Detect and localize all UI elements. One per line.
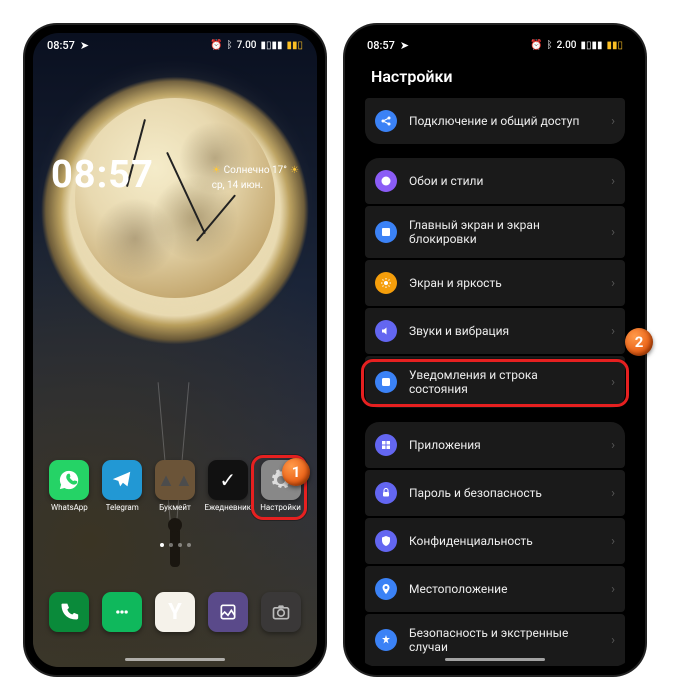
nav-handle[interactable]: [125, 658, 225, 661]
gallery-icon: [208, 592, 248, 632]
app-whatsapp[interactable]: WhatsApp: [47, 460, 91, 512]
location-icon: [375, 578, 397, 600]
settings-row-apps[interactable]: Приложения ›: [365, 422, 625, 468]
settings-row-display[interactable]: Экран и яркость ›: [365, 260, 625, 306]
phone-left: 08:57 ➤ ⏰ ᛒ 7.00 ▮▯▮▮ ▮▮▯ 08:57 ☀ Солнеч…: [25, 25, 325, 675]
signal-icon: ▮▯▮▮: [580, 40, 602, 51]
nav-handle[interactable]: [445, 658, 545, 661]
wallpaper-moon: [75, 98, 275, 298]
dock-messages[interactable]: [100, 592, 144, 632]
palette-icon: [375, 170, 397, 192]
sun-small-icon: ☀: [290, 163, 299, 178]
alarm-icon: ⏰: [530, 40, 542, 51]
app-diary[interactable]: ✓ Ежедневник: [206, 460, 250, 512]
yandex-icon: Y: [155, 592, 195, 632]
dock-gallery[interactable]: [206, 592, 250, 632]
sound-icon: [375, 320, 397, 342]
battery-icon: ▮▮▯: [286, 40, 303, 51]
dock: Y: [33, 592, 317, 632]
camera-icon: [261, 592, 301, 632]
chevron-right-icon: ›: [611, 582, 615, 597]
lock-icon: [375, 482, 397, 504]
chevron-right-icon: ›: [611, 438, 615, 453]
chevron-right-icon: ›: [611, 633, 615, 648]
clock-time: 08:57: [51, 153, 154, 197]
chevron-right-icon: ›: [611, 534, 615, 549]
status-time: 08:57: [47, 39, 75, 52]
dock-camera[interactable]: [259, 592, 303, 632]
battery-icon: ▮▮▯: [606, 40, 623, 51]
status-time: 08:57: [367, 39, 395, 52]
telegram-icon: [102, 460, 142, 500]
bluetooth-icon: ᛒ: [227, 40, 233, 51]
phone-icon: [49, 592, 89, 632]
chevron-right-icon: ›: [611, 225, 615, 240]
net-speed: 7.00: [237, 40, 257, 51]
settings-row-sound[interactable]: Звуки и вибрация ›: [365, 308, 625, 354]
settings-row-password[interactable]: Пароль и безопасность ›: [365, 470, 625, 516]
highlight-apps-row: [361, 359, 629, 407]
settings-screen[interactable]: 08:57 ➤ ⏰ ᛒ 2.00 ▮▯▮▮ ▮▮▯ Настройки Подк…: [353, 33, 637, 667]
diary-icon: ✓: [208, 460, 248, 500]
settings-row-privacy[interactable]: Конфиденциальность ›: [365, 518, 625, 564]
settings-row-connection[interactable]: Подключение и общий доступ ›: [365, 98, 625, 144]
callout-badge-2: 2: [625, 328, 653, 356]
status-bar: 08:57 ➤ ⏰ ᛒ 7.00 ▮▯▮▮ ▮▮▯: [33, 33, 317, 57]
app-bookmate[interactable]: ▲▲ Букмейт: [153, 460, 197, 512]
telegram-status-icon: ➤: [80, 39, 89, 52]
status-bar: 08:57 ➤ ⏰ ᛒ 2.00 ▮▯▮▮ ▮▮▯: [353, 33, 637, 57]
home-screen[interactable]: 08:57 ➤ ⏰ ᛒ 7.00 ▮▯▮▮ ▮▮▯ 08:57 ☀ Солнеч…: [33, 33, 317, 667]
weather-date: ср, 14 июн.: [212, 178, 299, 193]
page-title: Настройки: [353, 57, 637, 98]
home-icon: [375, 221, 397, 243]
signal-icon: ▮▯▮▮: [260, 40, 282, 51]
dock-phone[interactable]: [47, 592, 91, 632]
emergency-icon: [375, 629, 397, 651]
chevron-right-icon: ›: [611, 174, 615, 189]
alarm-icon: ⏰: [210, 40, 222, 51]
phone-right: 08:57 ➤ ⏰ ᛒ 2.00 ▮▯▮▮ ▮▮▯ Настройки Подк…: [345, 25, 645, 675]
sun-icon: ☀: [212, 163, 221, 178]
chevron-right-icon: ›: [611, 276, 615, 291]
weather-text: Солнечно 17°: [224, 163, 287, 178]
settings-row-location[interactable]: Местоположение ›: [365, 566, 625, 612]
chevron-right-icon: ›: [611, 324, 615, 339]
apps-icon: [375, 434, 397, 456]
clock-widget[interactable]: 08:57: [51, 153, 154, 197]
app-telegram[interactable]: Telegram: [100, 460, 144, 512]
dock-yandex[interactable]: Y: [153, 592, 197, 632]
wallpaper-figure: [160, 507, 190, 567]
bluetooth-icon: ᛒ: [547, 40, 553, 51]
settings-row-homescreen[interactable]: Главный экран и экран блокировки ›: [365, 206, 625, 258]
settings-row-wallpaper[interactable]: Обои и стили ›: [365, 158, 625, 204]
weather-widget[interactable]: ☀ Солнечно 17° ☀ ср, 14 июн.: [212, 163, 299, 193]
bookmate-icon: ▲▲: [155, 460, 195, 500]
telegram-status-icon: ➤: [400, 39, 409, 52]
chevron-right-icon: ›: [611, 114, 615, 129]
shield-icon: [375, 530, 397, 552]
chevron-right-icon: ›: [611, 486, 615, 501]
net-speed: 2.00: [557, 40, 577, 51]
share-icon: [375, 110, 397, 132]
messages-icon: [102, 592, 142, 632]
brightness-icon: [375, 272, 397, 294]
page-indicator[interactable]: [33, 543, 317, 547]
whatsapp-icon: [49, 460, 89, 500]
callout-badge-1: 1: [282, 458, 310, 486]
